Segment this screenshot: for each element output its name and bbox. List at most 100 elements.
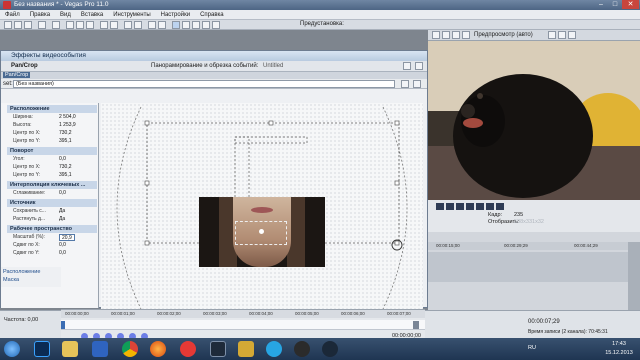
preview-quality-dropdown[interactable]: Предпросмотр (авто) (474, 32, 533, 38)
split-screen-icon[interactable] (462, 31, 470, 39)
properties-icon[interactable] (38, 21, 46, 29)
copy-snapshot-icon[interactable] (558, 31, 566, 39)
clock-time[interactable]: 17:43 (602, 341, 636, 347)
menu-bar: Файл Правка Вид Вставка Инструменты Настройки… (0, 10, 640, 20)
position-track-link[interactable]: Расположение (3, 269, 40, 275)
zoom-percent-input[interactable]: 20,9 (59, 234, 75, 241)
play-from-start-icon[interactable] (446, 203, 454, 210)
stop-icon[interactable] (476, 203, 484, 210)
menu-edit[interactable]: Правка (25, 10, 55, 20)
copy-icon[interactable] (76, 21, 84, 29)
width-value[interactable]: 2 504,0 (59, 114, 76, 121)
redo-icon[interactable] (110, 21, 118, 29)
photoshop-icon[interactable] (34, 341, 50, 357)
zoom-icon[interactable] (158, 21, 166, 29)
skype-icon[interactable] (266, 341, 282, 357)
loop-icon[interactable] (436, 203, 444, 210)
explorer-icon[interactable] (62, 341, 78, 357)
save-icon[interactable] (24, 21, 32, 29)
maximize-button[interactable]: □ (608, 0, 622, 9)
snap-icon[interactable] (124, 21, 132, 29)
cursor-marker[interactable] (413, 321, 419, 329)
center-x-value[interactable]: 730,2 (59, 130, 72, 137)
menu-file[interactable]: Файл (0, 10, 25, 20)
overlays-icon[interactable] (548, 31, 556, 39)
menu-view[interactable]: Вид (55, 10, 76, 20)
rotation-center-y-value[interactable]: 395,1 (59, 172, 72, 179)
property-label: Растянуть д... (13, 216, 46, 222)
effects-icon[interactable] (452, 31, 460, 39)
rotation-center-x-value[interactable]: 730,2 (59, 164, 72, 171)
section-keyframe-interpolation[interactable]: Интерполяция ключевых ... (7, 181, 97, 189)
cursor-icon[interactable] (148, 21, 156, 29)
property-row: Центр по X: 730,2 (7, 130, 97, 137)
menu-options[interactable]: Настройки (156, 10, 195, 20)
video-track-lane[interactable] (428, 252, 628, 282)
menu-help[interactable]: Справка (195, 10, 229, 20)
render-icon[interactable] (52, 21, 60, 29)
maintain-aspect-value[interactable]: Да (59, 208, 65, 215)
envelope-tool-icon[interactable] (182, 21, 190, 29)
mask-track-link[interactable]: Маска (3, 277, 19, 283)
keyframe-ruler: 00:00:00;00 00:00:01;00 00:00:02;00 00:00:0… (61, 310, 425, 318)
section-source[interactable]: Источник (7, 199, 97, 207)
center-y-value[interactable]: 395,1 (59, 138, 72, 145)
smoothness-value[interactable]: 0,0 (59, 190, 66, 197)
pan-crop-canvas[interactable] (101, 103, 423, 313)
cut-icon[interactable] (66, 21, 74, 29)
next-frame-icon[interactable] (496, 203, 504, 210)
plugin-chain-icon[interactable] (403, 62, 411, 70)
minimize-button[interactable]: – (594, 0, 608, 9)
steam-icon[interactable] (322, 341, 338, 357)
lock-icon[interactable] (134, 21, 142, 29)
offset-y-value[interactable]: 0,0 (59, 250, 66, 257)
vertical-scrollbar[interactable] (628, 242, 640, 310)
prev-frame-icon[interactable] (486, 203, 494, 210)
section-position[interactable]: Расположение (7, 105, 97, 113)
save-preset-icon[interactable] (401, 80, 409, 88)
paste-icon[interactable] (86, 21, 94, 29)
yandex-icon[interactable] (180, 341, 196, 357)
online-icon[interactable] (202, 21, 210, 29)
open-icon[interactable] (14, 21, 22, 29)
pause-icon[interactable] (466, 203, 474, 210)
audio-tool-icon[interactable] (238, 341, 254, 357)
media-player-icon[interactable] (92, 341, 108, 357)
help-icon[interactable] (212, 21, 220, 29)
menu-tools[interactable]: Инструменты (108, 10, 155, 20)
ruler-tick: 00:00:01;00 (111, 311, 135, 316)
vegas-icon[interactable] (210, 341, 226, 357)
start-button-icon[interactable] (4, 341, 20, 357)
offset-x-value[interactable]: 0,0 (59, 242, 66, 249)
center-handle[interactable] (259, 229, 264, 234)
property-label: Центр по Y: (13, 172, 41, 178)
play-icon[interactable] (456, 203, 464, 210)
panel-tab-pan-crop[interactable]: Pan/Crop (3, 72, 31, 78)
external-monitor-icon[interactable] (442, 31, 450, 39)
project-properties-icon[interactable] (432, 31, 440, 39)
close-button[interactable]: ✕ (622, 0, 639, 9)
new-icon[interactable] (4, 21, 12, 29)
obs-icon[interactable] (294, 341, 310, 357)
property-row: Угол: 0,0 (7, 156, 97, 163)
stretch-to-fill-value[interactable]: Да (59, 216, 65, 223)
height-value[interactable]: 1 253,9 (59, 122, 76, 129)
preset-dropdown[interactable]: (Без названия) (13, 80, 395, 88)
language-indicator[interactable]: RU (528, 345, 536, 351)
save-snapshot-icon[interactable] (568, 31, 576, 39)
chrome-icon[interactable] (122, 341, 138, 357)
edit-tool-icon[interactable] (172, 21, 180, 29)
clock-date[interactable]: 15.12.2013 (602, 350, 636, 356)
tab-pan-crop[interactable]: Pan/Crop (11, 63, 38, 69)
keyframe-marker[interactable] (61, 321, 65, 329)
delete-preset-icon[interactable] (413, 80, 421, 88)
section-rotation[interactable]: Поворот (7, 147, 97, 155)
selection-tool-icon[interactable] (192, 21, 200, 29)
undo-icon[interactable] (100, 21, 108, 29)
keyframe-track[interactable] (61, 320, 425, 330)
remove-plugin-icon[interactable] (415, 62, 423, 70)
section-workspace[interactable]: Рабочее пространство (7, 225, 97, 233)
angle-value[interactable]: 0,0 (59, 156, 66, 163)
menu-insert[interactable]: Вставка (76, 10, 108, 20)
firefox-icon[interactable] (150, 341, 166, 357)
